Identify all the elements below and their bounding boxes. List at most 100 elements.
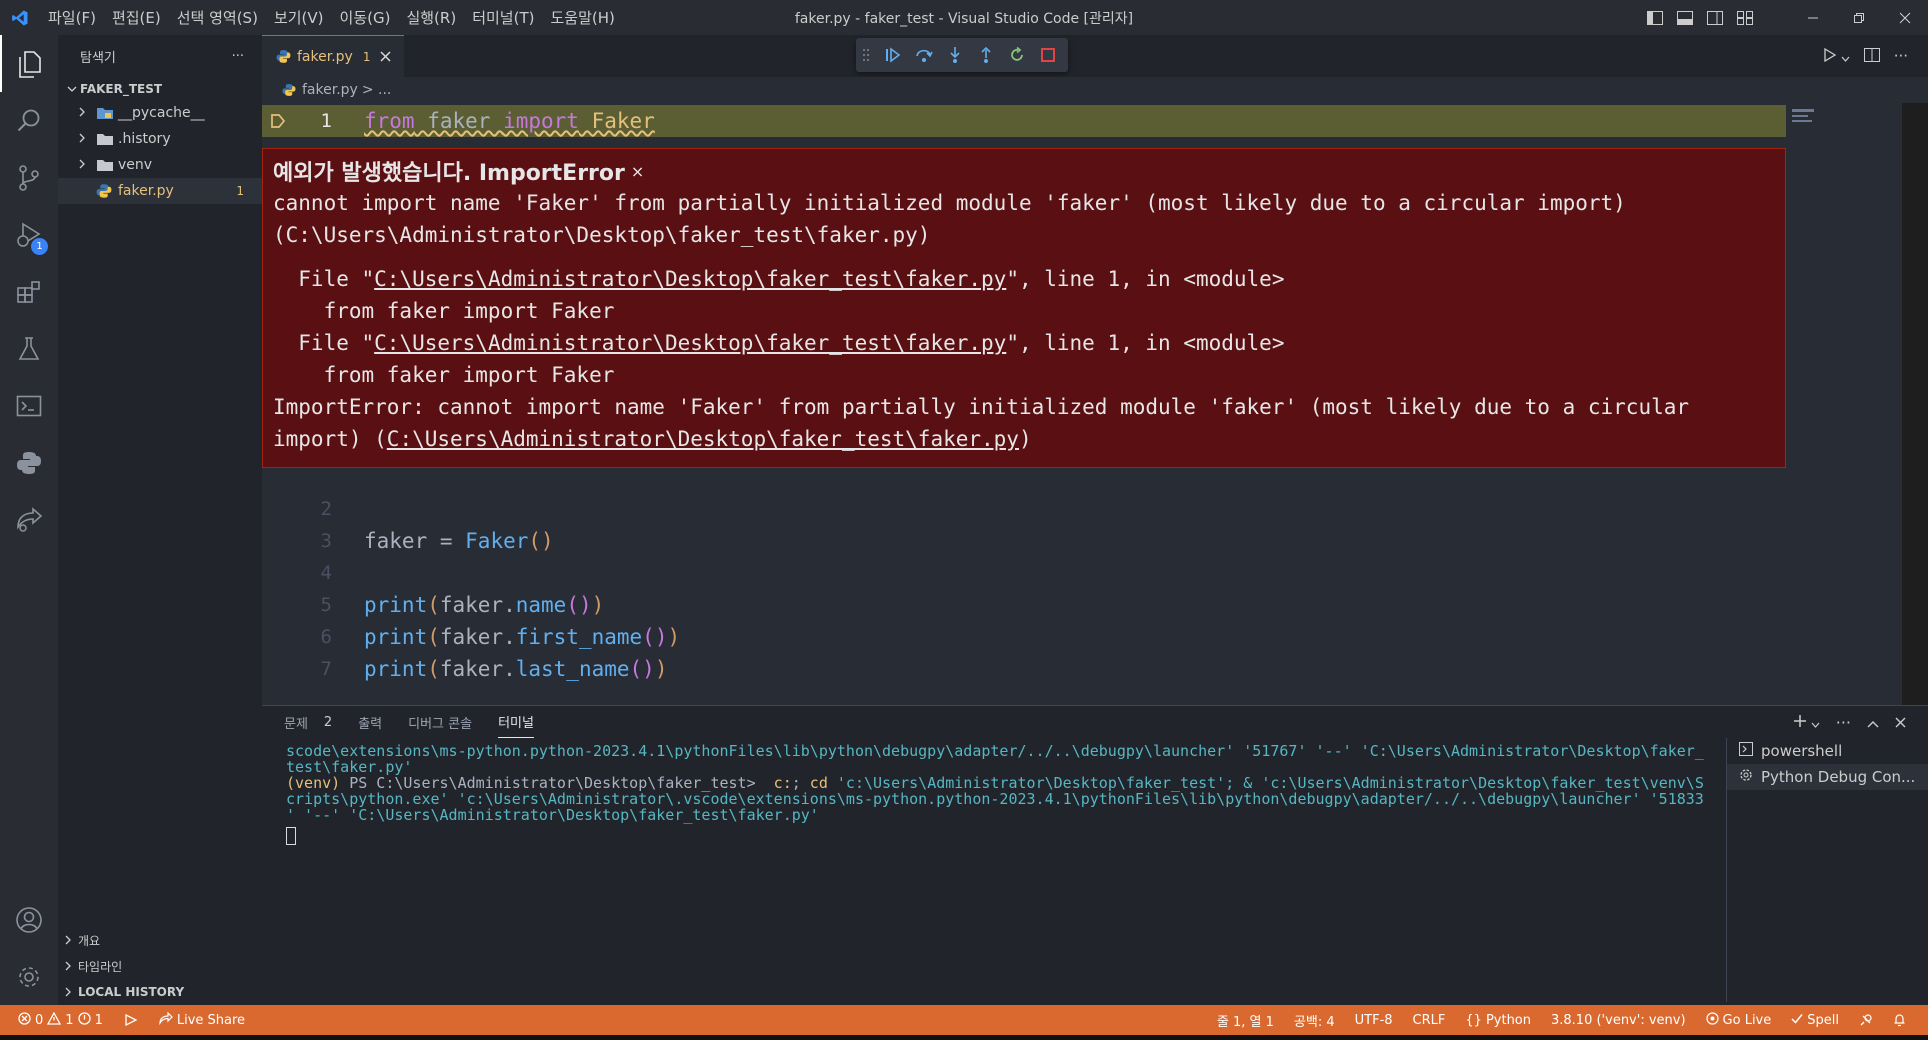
breadcrumb-file[interactable]: faker.py <box>302 82 358 98</box>
drag-handle-icon[interactable] <box>862 48 874 62</box>
encoding[interactable]: UTF-8 <box>1345 1005 1403 1035</box>
workspace-root[interactable]: FAKER_TEST <box>58 78 262 100</box>
tab-close-icon[interactable] <box>380 47 391 66</box>
customize-layout-icon[interactable] <box>1731 0 1759 35</box>
tree-item-label: faker.py <box>118 183 174 199</box>
code-token: first_name <box>515 625 643 649</box>
toggle-primary-sidebar-icon[interactable] <box>1641 0 1669 35</box>
exception-message-line2: (C:\Users\Administrator\Desktop\faker_te… <box>273 223 931 247</box>
code-token: ) <box>667 625 681 649</box>
exception-close-icon[interactable]: × <box>631 162 644 181</box>
chevron-right-icon <box>64 987 78 997</box>
problems-status[interactable]: 0 1 1 <box>0 1005 113 1035</box>
source-control-icon[interactable] <box>0 149 58 206</box>
menu-edit[interactable]: 편집(E) <box>104 7 169 28</box>
continue-icon[interactable] <box>880 42 905 68</box>
terminal-output[interactable]: scode\extensions\ms-python.python-2023.4… <box>286 743 1704 1003</box>
live-share-status[interactable]: Live Share <box>149 1005 255 1035</box>
tab-output[interactable]: 출력 <box>358 706 382 738</box>
editor-more-icon[interactable]: ··· <box>1894 47 1908 65</box>
code-line-4[interactable]: 4 <box>262 557 1782 589</box>
explorer-sidebar: 탐색기 ··· FAKER_TEST __pycache__ .history … <box>58 35 262 1005</box>
restore-icon[interactable] <box>1836 0 1882 35</box>
spell-check-status[interactable]: Spell <box>1781 1005 1849 1035</box>
timeline-section[interactable]: 타임라인 <box>58 953 262 979</box>
code-line-6[interactable]: 6 print(faker.first_name()) <box>262 621 1782 653</box>
menu-file[interactable]: 파일(F) <box>40 7 104 28</box>
tree-item-history[interactable]: .history <box>58 126 262 152</box>
settings-gear-icon[interactable] <box>0 948 58 1005</box>
local-history-label: LOCAL HISTORY <box>78 985 185 999</box>
breadcrumb-rest[interactable]: > ... <box>362 82 392 98</box>
minimize-icon[interactable] <box>1790 0 1836 35</box>
chevron-down-icon[interactable] <box>1811 713 1820 732</box>
python-interpreter[interactable]: 3.8.10 ('venv': venv) <box>1541 1005 1696 1035</box>
code-line-3[interactable]: 3 faker = Faker() <box>262 525 1782 557</box>
local-history-section[interactable]: LOCAL HISTORY <box>58 979 262 1005</box>
menu-view[interactable]: 보기(V) <box>266 7 332 28</box>
menu-selection[interactable]: 선택 영역(S) <box>169 7 266 28</box>
breadcrumb: faker.py > ... <box>262 77 1928 103</box>
feedback-icon[interactable] <box>1849 1005 1883 1035</box>
menu-go[interactable]: 이동(G) <box>332 7 399 28</box>
code-text: faker = Faker() <box>364 529 554 553</box>
terminal-view-icon[interactable] <box>0 377 58 434</box>
terminal-item-python-debug[interactable]: Python Debug Con... <box>1727 764 1928 790</box>
testing-icon[interactable] <box>0 320 58 377</box>
close-window-icon[interactable] <box>1882 0 1928 35</box>
split-editor-icon[interactable] <box>1863 47 1880 66</box>
tree-item-faker-py[interactable]: faker.py 1 <box>58 178 262 204</box>
indentation[interactable]: 공백: 4 <box>1284 1005 1345 1035</box>
tab-faker-py[interactable]: faker.py 1 <box>262 35 404 77</box>
code-line-2[interactable]: 2 <box>262 493 1782 525</box>
toggle-panel-icon[interactable] <box>1671 0 1699 35</box>
stack-frame-link[interactable]: C:\Users\Administrator\Desktop\faker_tes… <box>374 267 1006 291</box>
code-line-5[interactable]: 5 print(faker.name()) <box>262 589 1782 621</box>
tab-debug-console[interactable]: 디버그 콘솔 <box>408 706 472 738</box>
final-suffix: ) <box>1018 427 1032 451</box>
tree-item-pycache[interactable]: __pycache__ <box>58 100 262 126</box>
tree-item-venv[interactable]: venv <box>58 152 262 178</box>
code-line-1[interactable]: 1 from faker import Faker <box>262 105 1786 137</box>
debug-status-icon[interactable] <box>113 1005 149 1035</box>
exception-file-link[interactable]: C:\Users\Administrator\Desktop\faker_tes… <box>387 427 1019 451</box>
stop-icon[interactable] <box>1035 42 1060 68</box>
python-icon[interactable] <box>0 434 58 491</box>
toggle-secondary-sidebar-icon[interactable] <box>1701 0 1729 35</box>
language-mode[interactable]: {} Python <box>1455 1005 1541 1035</box>
extensions-icon[interactable] <box>0 263 58 320</box>
outline-section[interactable]: 개요 <box>58 927 262 953</box>
explorer-more-icon[interactable]: ··· <box>232 49 244 64</box>
notifications-bell-icon[interactable] <box>1883 1005 1928 1035</box>
run-and-debug-icon[interactable]: 1 <box>0 206 58 263</box>
live-share-icon[interactable] <box>0 491 58 548</box>
run-python-file-icon[interactable] <box>1823 47 1837 66</box>
menu-terminal[interactable]: 터미널(T) <box>464 7 542 28</box>
menu-help[interactable]: 도움말(H) <box>542 7 622 28</box>
explorer-icon[interactable] <box>0 35 58 92</box>
cursor-position[interactable]: 줄 1, 열 1 <box>1207 1005 1284 1035</box>
maximize-panel-icon[interactable] <box>1867 713 1879 732</box>
tab-problems[interactable]: 문제 2 <box>284 706 332 738</box>
step-into-icon[interactable] <box>942 42 967 68</box>
code-token: () <box>629 657 655 681</box>
stack-frame-link[interactable]: C:\Users\Administrator\Desktop\faker_tes… <box>374 331 1006 355</box>
search-icon[interactable] <box>0 92 58 149</box>
close-panel-icon[interactable] <box>1895 713 1906 732</box>
chevron-down-icon[interactable] <box>1841 47 1850 66</box>
panel-more-icon[interactable]: ··· <box>1836 713 1851 732</box>
minimap[interactable] <box>1792 107 1828 137</box>
go-live-button[interactable]: Go Live <box>1696 1005 1782 1035</box>
step-over-icon[interactable] <box>911 42 936 68</box>
tab-terminal[interactable]: 터미널 <box>498 706 534 738</box>
end-of-line[interactable]: CRLF <box>1403 1005 1456 1035</box>
code-token: print <box>364 593 428 617</box>
terminal-item-powershell[interactable]: powershell <box>1727 738 1928 764</box>
restart-icon[interactable] <box>1004 42 1029 68</box>
accounts-icon[interactable] <box>0 891 58 948</box>
code-line-7[interactable]: 7 print(faker.last_name()) <box>262 653 1782 685</box>
new-terminal-icon[interactable] <box>1793 713 1807 732</box>
step-out-icon[interactable] <box>973 42 998 68</box>
code-token: Faker <box>578 109 655 133</box>
menu-run[interactable]: 실행(R) <box>398 7 464 28</box>
